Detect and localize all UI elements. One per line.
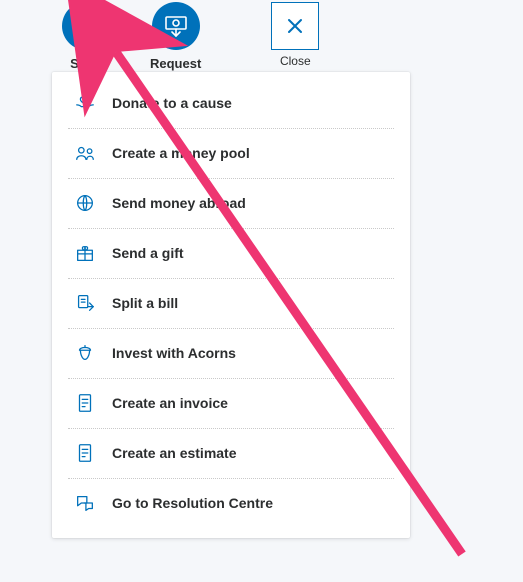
request-icon (152, 2, 200, 50)
menu-item-invest-acorns[interactable]: Invest with Acorns (52, 328, 410, 378)
acorn-icon (74, 342, 96, 364)
close-button[interactable]: Close (271, 2, 319, 68)
gift-icon (74, 242, 96, 264)
estimate-icon (74, 442, 96, 464)
send-label: Send (70, 56, 102, 71)
menu-item-resolution-centre[interactable]: Go to Resolution Centre (52, 478, 410, 528)
menu-item-money-pool[interactable]: Create a money pool (52, 128, 410, 178)
people-icon (74, 142, 96, 164)
close-label: Close (280, 54, 311, 68)
menu-label: Create an invoice (112, 395, 228, 411)
request-button[interactable]: Request (150, 2, 201, 71)
split-icon (74, 292, 96, 314)
menu-label: Split a bill (112, 295, 178, 311)
menu-label: Donate to a cause (112, 95, 232, 111)
menu-label: Send a gift (112, 245, 184, 261)
chat-icon (74, 492, 96, 514)
top-actions: Send Request Close (0, 0, 523, 71)
globe-icon (74, 192, 96, 214)
send-icon (62, 2, 110, 50)
menu-label: Send money abroad (112, 195, 246, 211)
menu-item-send-gift[interactable]: Send a gift (52, 228, 410, 278)
menu-label: Invest with Acorns (112, 345, 236, 361)
menu-item-create-invoice[interactable]: Create an invoice (52, 378, 410, 428)
request-label: Request (150, 56, 201, 71)
send-button[interactable]: Send (62, 2, 110, 71)
menu-item-send-abroad[interactable]: Send money abroad (52, 178, 410, 228)
menu-label: Create a money pool (112, 145, 250, 161)
heart-hands-icon (74, 92, 96, 114)
menu-item-create-estimate[interactable]: Create an estimate (52, 428, 410, 478)
actions-menu: Donate to a cause Create a money pool Se… (52, 72, 410, 538)
close-icon (271, 2, 319, 50)
menu-item-donate[interactable]: Donate to a cause (52, 78, 410, 128)
menu-item-split-bill[interactable]: Split a bill (52, 278, 410, 328)
invoice-icon (74, 392, 96, 414)
menu-label: Create an estimate (112, 445, 237, 461)
menu-label: Go to Resolution Centre (112, 495, 273, 511)
